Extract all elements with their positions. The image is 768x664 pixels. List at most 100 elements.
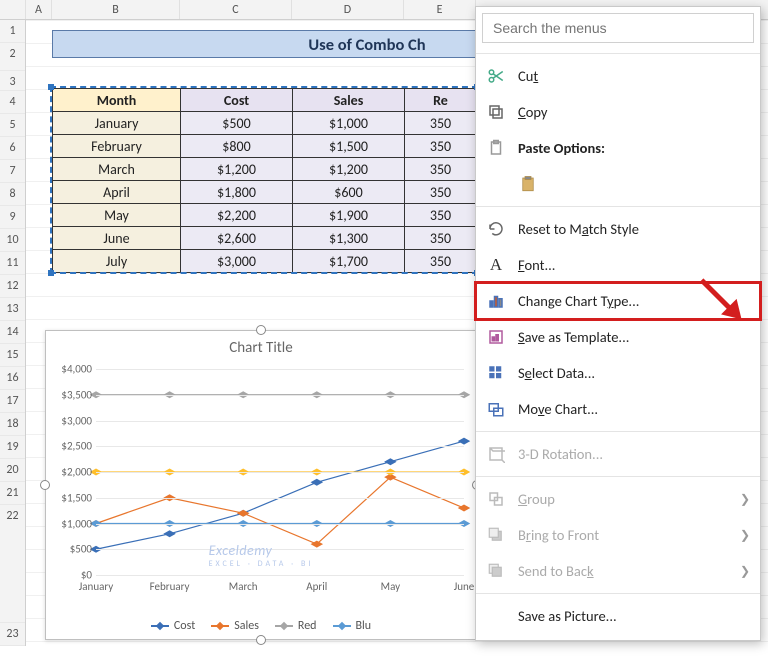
col-B[interactable]: B xyxy=(52,0,180,19)
chart-plot-area[interactable]: $0$500$1,000$1,500$2,000$2,500$3,000$3,5… xyxy=(96,369,464,575)
scissors-icon xyxy=(486,66,506,86)
menu-search-input[interactable] xyxy=(482,13,754,43)
y-tick: $4,000 xyxy=(50,363,92,376)
menu-paste-default[interactable] xyxy=(476,166,760,202)
table-row: April$1,800$600350 xyxy=(53,181,477,204)
menu-select-data[interactable]: Select Data... xyxy=(476,355,760,391)
header-cost[interactable]: Cost xyxy=(181,89,293,112)
y-tick: $1,000 xyxy=(50,517,92,530)
menu-bring-front: Bring to Front ❯ xyxy=(476,517,760,553)
menu-reset-style[interactable]: Reset to Match Style xyxy=(476,211,760,247)
row-18[interactable]: 18 xyxy=(0,413,25,436)
context-menu: Cut Copy Paste Options: Reset to Match S… xyxy=(475,6,761,641)
y-tick: $500 xyxy=(50,543,92,556)
col-E[interactable]: E xyxy=(404,0,476,19)
x-tick: February xyxy=(150,580,190,593)
chart-title[interactable]: Chart Title xyxy=(46,331,476,361)
move-chart-icon xyxy=(486,399,506,419)
chevron-right-icon: ❯ xyxy=(740,528,750,543)
x-tick: April xyxy=(306,580,327,593)
select-data-icon xyxy=(486,363,506,383)
row-2[interactable]: 2 xyxy=(0,43,25,71)
x-tick: June xyxy=(454,580,475,593)
row-14[interactable]: 14 xyxy=(0,321,25,344)
row-6[interactable]: 6 xyxy=(0,137,25,160)
resize-handle[interactable] xyxy=(40,480,50,490)
y-tick: $3,000 xyxy=(50,414,92,427)
menu-move-chart[interactable]: Move Chart... xyxy=(476,391,760,427)
reset-icon xyxy=(486,219,506,239)
row-16[interactable]: 16 xyxy=(0,367,25,390)
y-tick: $1,500 xyxy=(50,491,92,504)
row-11[interactable]: 11 xyxy=(0,252,25,275)
x-tick: January xyxy=(79,580,113,593)
font-icon: A xyxy=(486,255,506,275)
row-17[interactable]: 17 xyxy=(0,390,25,413)
data-table: Month Cost Sales Re January$500$1,000350… xyxy=(52,88,477,273)
row-23[interactable]: 23 xyxy=(0,623,25,646)
header-month[interactable]: Month xyxy=(53,89,181,112)
resize-handle[interactable] xyxy=(256,635,266,645)
menu-group: Group ❯ xyxy=(476,481,760,517)
col-D[interactable]: D xyxy=(292,0,404,19)
menu-copy[interactable]: Copy xyxy=(476,94,760,130)
y-tick: $2,000 xyxy=(50,466,92,479)
menu-change-chart-type[interactable]: Change Chart Type... xyxy=(476,283,760,319)
table-row: March$1,200$1,200350 xyxy=(53,158,477,181)
row-3[interactable]: 3 xyxy=(0,71,25,91)
menu-bring-front-label: Bring to Front xyxy=(518,526,599,544)
menu-cut[interactable]: Cut xyxy=(476,58,760,94)
row-7[interactable]: 7 xyxy=(0,160,25,183)
row-12[interactable]: 12 xyxy=(0,275,25,298)
row-9[interactable]: 9 xyxy=(0,206,25,229)
menu-move-chart-label: Move Chart... xyxy=(518,400,598,418)
table-row: February$800$1,500350 xyxy=(53,135,477,158)
menu-change-chart-type-label: Change Chart Type... xyxy=(518,292,639,310)
y-tick: $2,500 xyxy=(50,440,92,453)
menu-send-back-label: Send to Back xyxy=(518,562,594,580)
chevron-right-icon: ❯ xyxy=(740,492,750,507)
row-1[interactable]: 1 xyxy=(0,20,25,43)
row-19[interactable]: 19 xyxy=(0,436,25,459)
menu-send-back: Send to Back ❯ xyxy=(476,553,760,589)
menu-save-template[interactable]: Save as Template... xyxy=(476,319,760,355)
row-22[interactable]: 22 xyxy=(0,505,25,623)
row-21[interactable]: 21 xyxy=(0,482,25,505)
row-5[interactable]: 5 xyxy=(0,114,25,137)
menu-font[interactable]: A Font... xyxy=(476,247,760,283)
row-10[interactable]: 10 xyxy=(0,229,25,252)
col-A[interactable]: A xyxy=(26,0,52,19)
copy-icon xyxy=(486,102,506,122)
clipboard-icon xyxy=(486,138,506,158)
table-row: May$2,200$1,900350 xyxy=(53,204,477,227)
template-icon xyxy=(486,327,506,347)
menu-save-picture[interactable]: Save as Picture... xyxy=(476,598,760,634)
row-4[interactable]: 4 xyxy=(0,91,25,114)
col-C[interactable]: C xyxy=(180,0,292,19)
menu-3d-rotation: 3-D Rotation... xyxy=(476,436,760,472)
send-back-icon xyxy=(486,561,506,581)
table-row: July$3,000$1,700350 xyxy=(53,250,477,273)
menu-cut-label: Cut xyxy=(518,67,538,85)
chevron-right-icon: ❯ xyxy=(740,564,750,579)
header-rev[interactable]: Re xyxy=(405,89,477,112)
menu-paste-options: Paste Options: xyxy=(476,130,760,166)
table-row: January$500$1,000350 xyxy=(53,112,477,135)
chart-type-icon xyxy=(486,291,506,311)
row-8[interactable]: 8 xyxy=(0,183,25,206)
menu-copy-label: Copy xyxy=(518,103,548,121)
header-sales[interactable]: Sales xyxy=(293,89,405,112)
menu-reset-style-label: Reset to Match Style xyxy=(518,220,639,238)
x-tick: March xyxy=(229,580,258,593)
y-tick: $3,500 xyxy=(50,388,92,401)
resize-handle[interactable] xyxy=(256,325,266,335)
bring-front-icon xyxy=(486,525,506,545)
chart-legend[interactable]: Cost Sales Red Blu xyxy=(46,619,476,633)
menu-save-template-label: Save as Template... xyxy=(518,328,629,346)
row-13[interactable]: 13 xyxy=(0,298,25,321)
chart-object[interactable]: Chart Title $0$500$1,000$1,500$2,000$2,5… xyxy=(45,330,477,640)
x-tick: May xyxy=(381,580,400,593)
row-15[interactable]: 15 xyxy=(0,344,25,367)
row-20[interactable]: 20 xyxy=(0,459,25,482)
row-headers: 1 2 3 4 5 6 7 8 9 10 11 12 13 14 15 16 1… xyxy=(0,20,26,646)
